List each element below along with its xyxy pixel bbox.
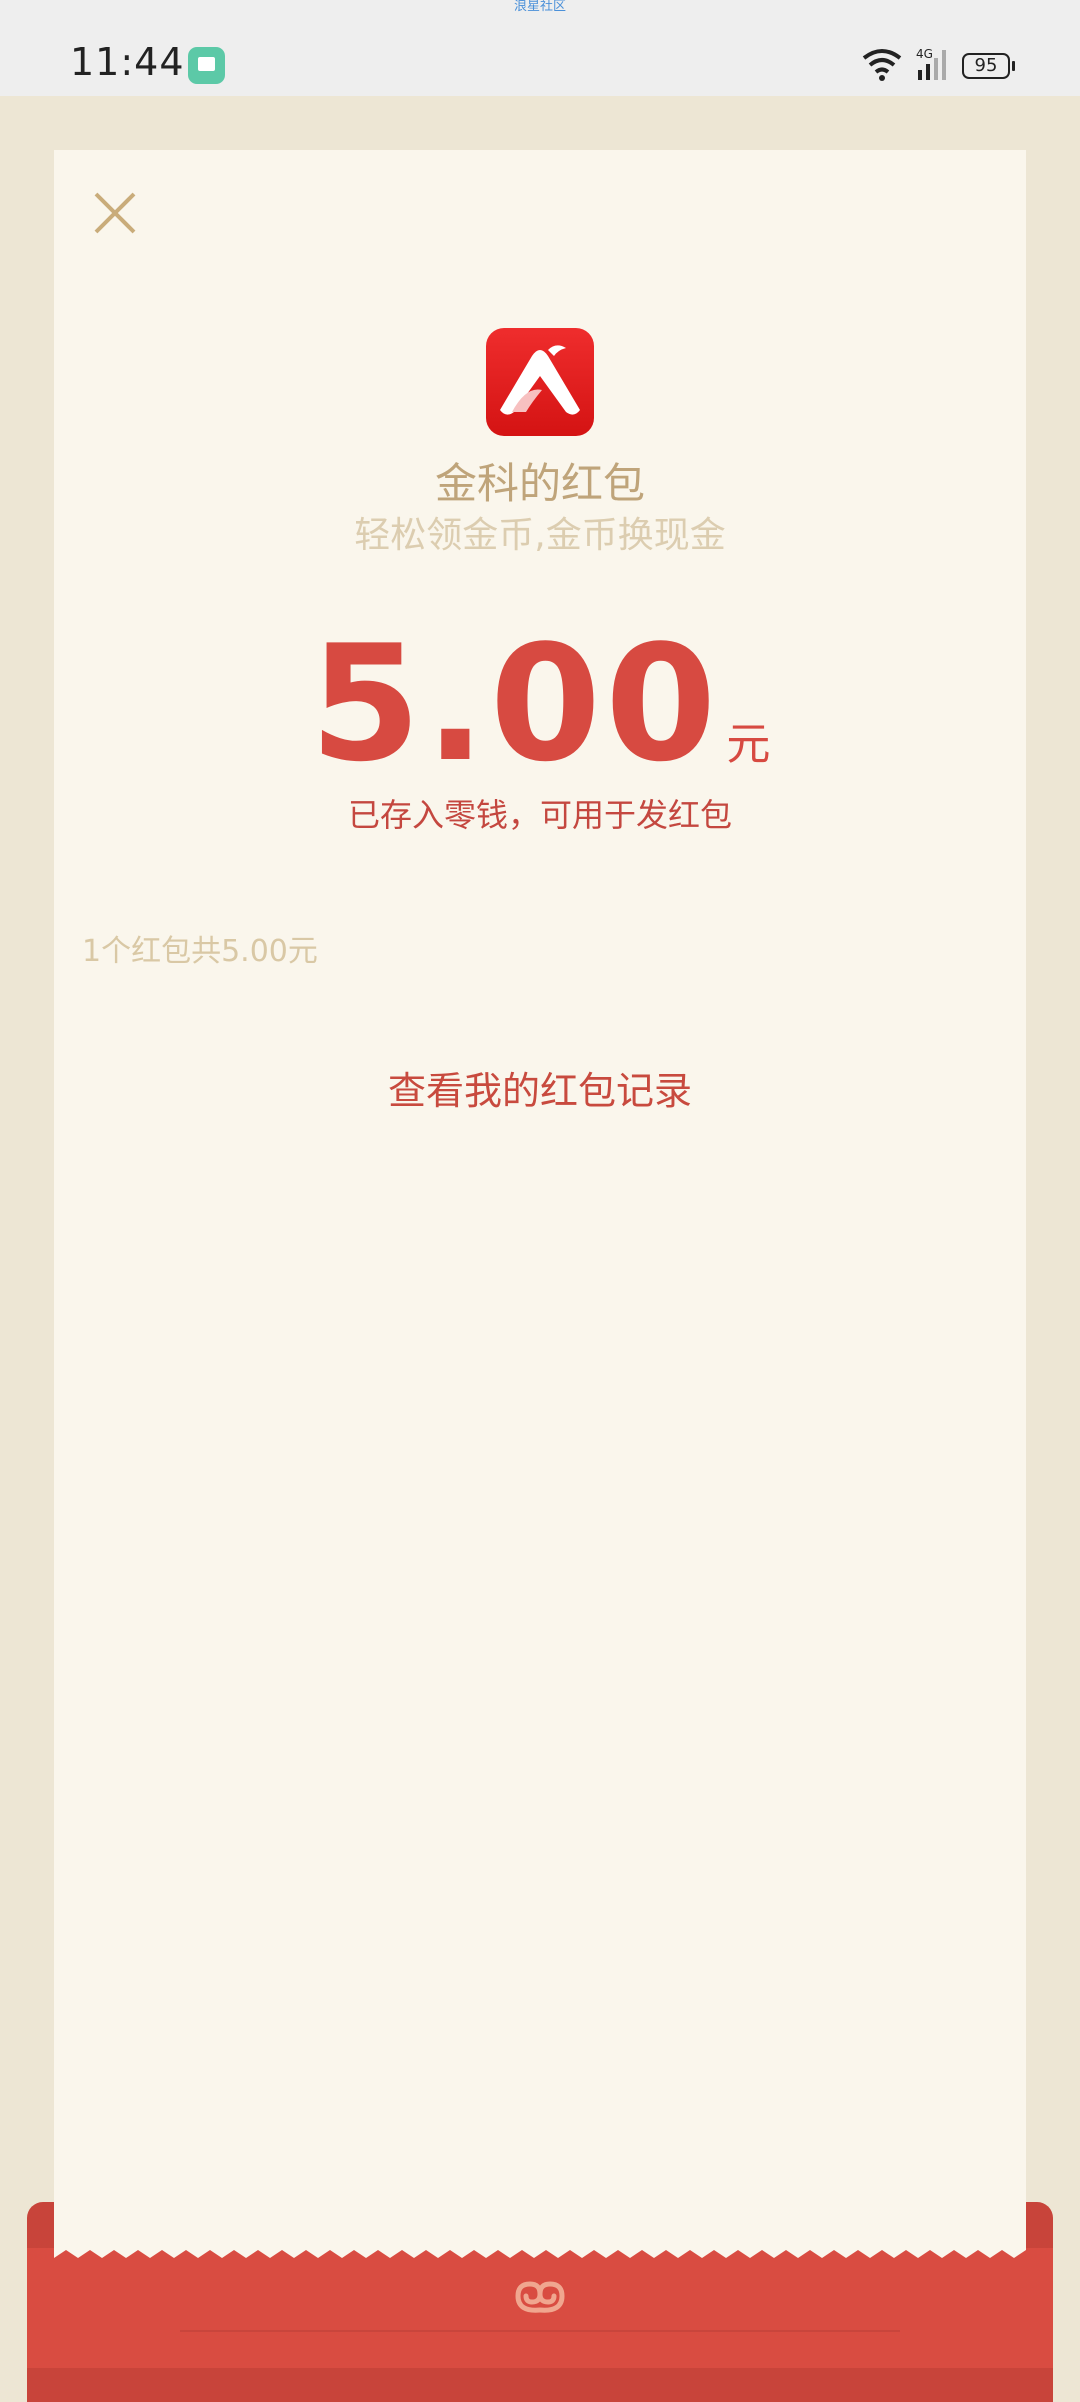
wifi-icon xyxy=(862,49,902,81)
stored-note: 已存入零钱，可用于发红包 xyxy=(347,796,732,834)
subtitle: 轻松领金币,金币换现金 xyxy=(354,515,726,556)
status-indicators: 4G 95 xyxy=(860,46,1080,86)
currency-unit: 元 xyxy=(726,719,771,770)
envelope-divider xyxy=(180,2330,900,2342)
message-app-icon xyxy=(188,47,225,84)
status-time: 11:44 xyxy=(70,40,185,84)
envelope-zigzag-edge xyxy=(54,2244,1026,2258)
close-icon[interactable] xyxy=(90,188,140,238)
app-logo-icon xyxy=(486,328,594,436)
red-packet-detail-card: 金科的红包 轻松领金币,金币换现金 5.00 元 已存入零钱，可用于发红包 1个红… xyxy=(54,150,1026,2254)
network-type-label: 4G xyxy=(916,47,933,61)
status-bar: 浪星社区 11:44 4G 95 xyxy=(0,0,1080,96)
signal-icon: 4G xyxy=(916,47,946,80)
amount-row: 5.00 元 xyxy=(54,610,1026,797)
amount-value: 5.00 xyxy=(309,610,721,797)
packet-summary: 1个红包共5.00元 xyxy=(82,934,318,969)
battery-indicator: 95 xyxy=(962,53,1015,79)
cloud-emblem-icon xyxy=(515,2281,565,2313)
sender-title: 金科的红包 xyxy=(434,459,645,508)
status-caption: 浪星社区 xyxy=(513,0,566,14)
red-packet-records-link[interactable]: 查看我的红包记录 xyxy=(54,1060,1026,1115)
